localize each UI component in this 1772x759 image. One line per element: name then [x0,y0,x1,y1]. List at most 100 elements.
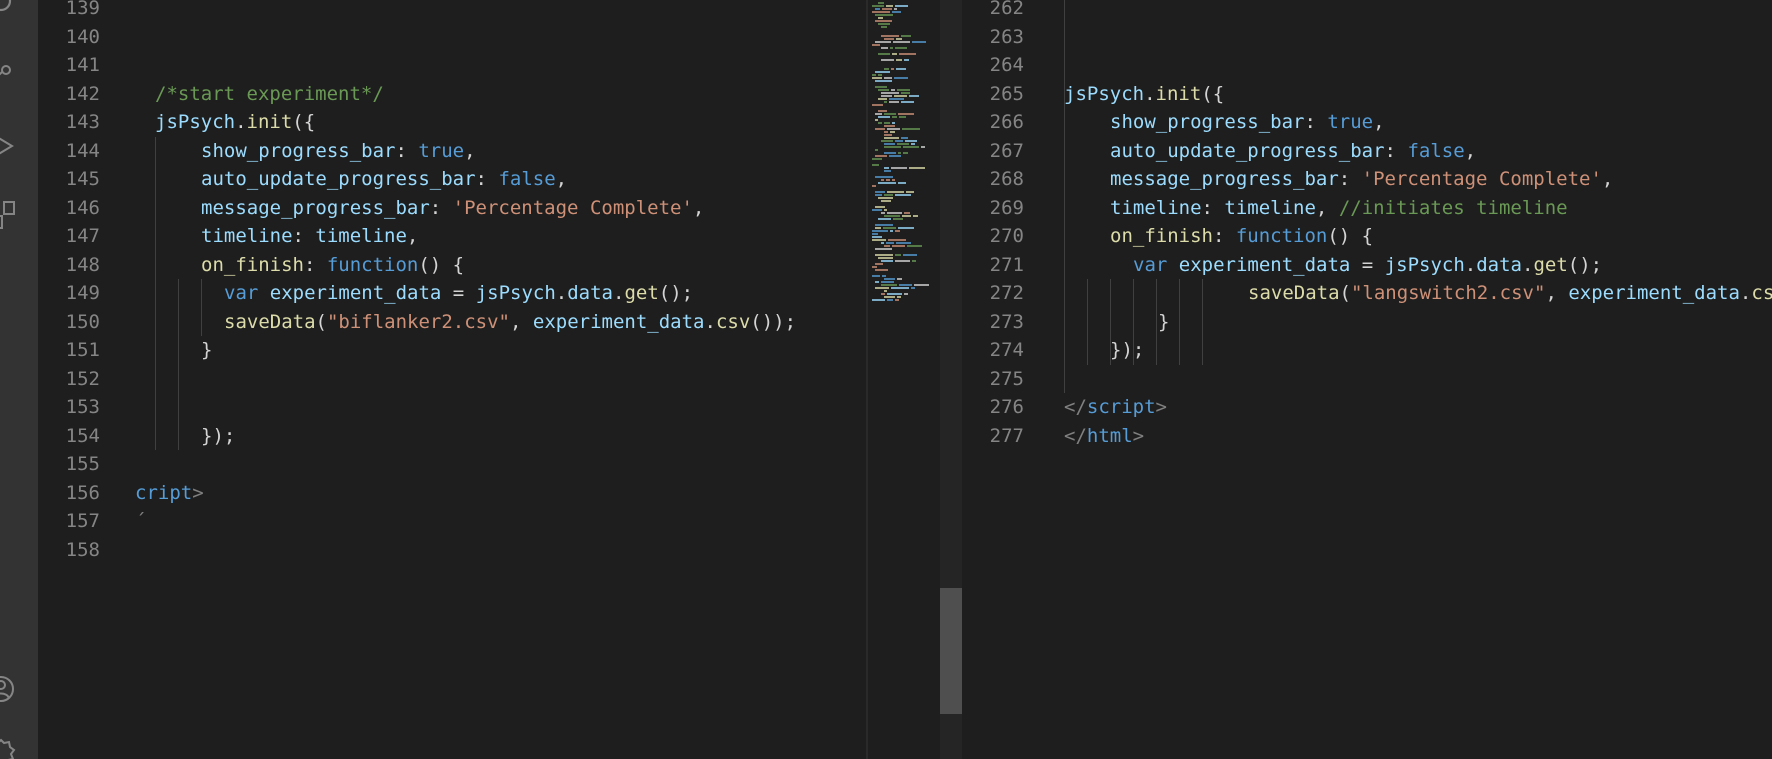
minimap-line [875,149,878,151]
minimap-line [875,176,893,178]
code-line[interactable]: 156 cript> [38,479,866,508]
extensions-icon[interactable] [0,200,16,230]
code-line[interactable]: 143 jsPsych.init({ [38,108,866,137]
code-line[interactable]: 154}); [38,422,866,451]
minimap-line [895,140,903,142]
activity-bar [0,0,38,759]
code-line[interactable]: 275 [962,365,1772,394]
code-text: cript> [135,479,204,508]
minimap-line [895,47,907,49]
minimap[interactable] [868,0,940,759]
run-debug-icon[interactable] [0,130,16,160]
code-token: saveData [224,310,316,333]
code-line[interactable]: 277 </html> [962,422,1772,451]
code-text: ´ [135,507,146,536]
minimap-line [886,5,893,7]
code-line[interactable]: 145 auto_update_progress_bar: false, [38,165,866,194]
code-token: (); [1567,253,1603,276]
minimap-line [904,293,908,295]
code-line[interactable]: 157 ´ [38,507,866,536]
minimap-line [881,47,888,49]
code-line[interactable]: 272 saveData("langswitch2.csv", experimen… [962,279,1772,308]
minimap-line [884,101,887,103]
code-token: } [201,339,213,361]
settings-gear-icon[interactable] [0,738,16,759]
code-token: data [567,282,613,304]
code-text: } [201,336,212,365]
line-number: 142 [65,82,100,105]
code-token: . [612,282,625,304]
minimap-line [881,140,893,142]
code-text: saveData("langswitch2.csv", experiment_d… [1248,279,1772,308]
vertical-scrollbar[interactable] [940,0,962,759]
code-line[interactable]: 151} [38,336,866,365]
minimap-line [881,179,884,181]
code-line[interactable]: 265 jsPsych.init({ [962,80,1772,109]
minimap-line [904,212,910,214]
code-line[interactable]: 147 timeline: timeline, [38,222,866,251]
line-number: 271 [989,253,1024,276]
code-line[interactable]: 276 </script> [962,393,1772,422]
code-line[interactable]: 150 saveData("biflanker2.csv", experiment… [38,308,866,337]
minimap-line [887,191,904,193]
code-line[interactable]: 141 [38,51,866,80]
minimap-line [912,41,926,43]
code-token: function [1235,225,1328,247]
code-text: timeline: timeline, //initiates timeline [1110,194,1568,223]
editor-pane-right[interactable]: 262 263 264 265 jsPsych.init({266 show_progre… [962,0,1772,759]
code-token: . [1739,282,1752,304]
code-line[interactable]: 269 timeline: timeline, //initiates timel… [962,194,1772,223]
minimap-line [884,122,890,124]
minimap-line [884,296,895,298]
code-line[interactable]: 140 [38,23,866,52]
code-line[interactable]: 273} [962,308,1772,337]
code-line[interactable]: 271 var experiment_data = jsPsych.data.ge… [962,251,1772,280]
code-line[interactable]: 267 auto_update_progress_bar: false, [962,137,1772,166]
minimap-line [881,59,894,61]
code-text: jsPsych.init({ [1064,80,1224,109]
minimap-line [913,215,918,217]
search-icon[interactable] [0,0,16,16]
minimap-line [884,245,890,247]
code-line[interactable]: 142 /*start experiment*/ [38,80,866,109]
editor-pane-left[interactable]: 139 140 141 142 /*start experiment*/ 143 jsPsy… [38,0,866,759]
code-token: experiment_data [269,282,442,304]
code-text: /*start experiment*/ [155,80,384,109]
code-token: timeline [201,225,293,247]
code-token: experiment_data [1568,282,1740,304]
source-control-icon[interactable] [0,58,16,88]
minimap-line [884,278,895,280]
code-line[interactable]: 144 show_progress_bar: true, [38,137,866,166]
account-icon[interactable] [0,674,16,704]
minimap-line [872,299,885,301]
scrollbar-thumb[interactable] [940,588,962,714]
code-line[interactable]: 266 show_progress_bar: true, [962,108,1772,137]
code-token: > [192,481,204,504]
code-line[interactable]: 264 [962,51,1772,80]
minimap-line [896,59,902,61]
minimap-line [901,101,914,103]
minimap-line [899,53,916,55]
code-line[interactable]: 139 [38,0,866,23]
code-line[interactable]: 158 [38,536,866,565]
code-line[interactable]: 270 on_finish: function() { [962,222,1772,251]
code-line[interactable]: 263 [962,23,1772,52]
minimap-line [889,155,901,157]
code-token: csv [715,310,751,333]
code-line[interactable]: 274}); [962,336,1772,365]
line-number: 150 [65,310,100,333]
code-line[interactable]: 153 [38,393,866,422]
code-line[interactable]: 148 on_finish: function() { [38,251,866,280]
minimap-line [893,41,910,43]
code-token: = [1350,253,1385,276]
code-line[interactable]: 155 [38,450,866,479]
line-number: 152 [65,367,100,390]
minimap-line [872,5,884,7]
minimap-line [903,152,908,154]
code-token: : [395,139,419,162]
code-line[interactable]: 146 message_progress_bar: 'Percentage Com… [38,194,866,223]
code-line[interactable]: 262 [962,0,1772,23]
code-line[interactable]: 268 message_progress_bar: 'Percentage Com… [962,165,1772,194]
code-line[interactable]: 152 [38,365,866,394]
code-line[interactable]: 149 var experiment_data = jsPsych.data.ge… [38,279,866,308]
